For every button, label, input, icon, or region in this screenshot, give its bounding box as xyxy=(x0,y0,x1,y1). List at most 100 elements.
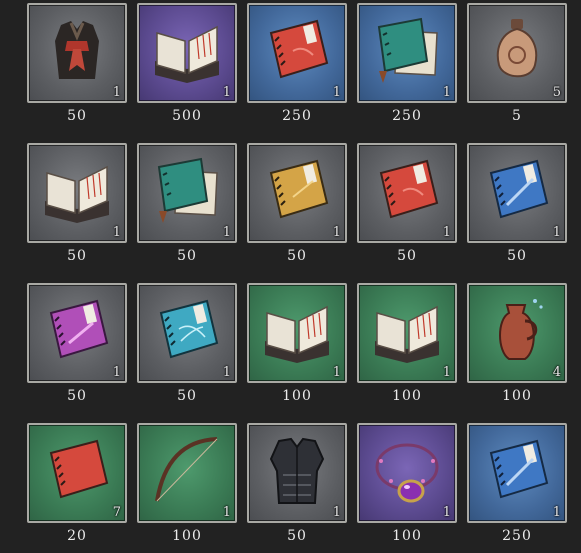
item-price: 20 xyxy=(67,528,87,544)
item-slot[interactable]: 1 xyxy=(467,423,567,523)
item-count: 1 xyxy=(332,225,341,240)
open-book-icon xyxy=(45,165,109,223)
item-count: 1 xyxy=(112,365,121,380)
item-count: 1 xyxy=(222,365,231,380)
item-cell[interactable]: 1 50 xyxy=(137,283,237,413)
item-count: 1 xyxy=(332,505,341,520)
item-price: 50 xyxy=(397,248,417,264)
item-cell[interactable]: 1 50 xyxy=(137,143,237,273)
open-book-icon xyxy=(155,25,219,83)
red-manual-icon xyxy=(49,439,109,499)
item-count: 1 xyxy=(442,365,451,380)
item-cell[interactable]: 1 50 xyxy=(357,143,457,273)
item-slot[interactable]: 1 xyxy=(467,143,567,243)
item-price: 100 xyxy=(392,388,422,404)
red-manual-icon xyxy=(379,159,439,219)
item-count: 4 xyxy=(552,365,561,380)
item-cell[interactable]: 1 250 xyxy=(467,423,567,553)
item-price: 250 xyxy=(502,528,532,544)
item-slot[interactable]: 1 xyxy=(357,283,457,383)
item-count: 1 xyxy=(332,85,341,100)
item-cell[interactable]: 1 250 xyxy=(247,3,347,133)
item-slot[interactable]: 5 xyxy=(467,3,567,103)
purple-manual-icon xyxy=(49,299,109,359)
item-cell[interactable]: 1 50 xyxy=(27,3,127,133)
item-count: 1 xyxy=(112,85,121,100)
item-slot[interactable]: 1 xyxy=(247,423,347,523)
item-price: 50 xyxy=(177,388,197,404)
item-slot[interactable]: 1 xyxy=(27,143,127,243)
item-cell[interactable]: 1 50 xyxy=(27,143,127,273)
red-manual-icon xyxy=(269,19,329,79)
item-count: 7 xyxy=(112,505,121,520)
amulet-necklace-icon xyxy=(375,443,439,503)
item-cell[interactable]: 1 250 xyxy=(357,3,457,133)
green-manual-icon xyxy=(157,157,218,223)
item-price: 100 xyxy=(392,528,422,544)
item-count: 1 xyxy=(222,225,231,240)
item-slot[interactable]: 1 xyxy=(137,3,237,103)
cyan-manual-icon xyxy=(159,299,219,359)
item-cell[interactable]: 1 50 xyxy=(467,143,567,273)
item-count: 1 xyxy=(442,85,451,100)
item-cell[interactable]: 1 50 xyxy=(247,143,347,273)
item-cell[interactable]: 1 50 xyxy=(27,283,127,413)
item-grid: 1 50 1 500 1 250 1 250 5 5 1 50 1 50 1 5… xyxy=(0,0,581,551)
item-price: 50 xyxy=(287,248,307,264)
item-slot[interactable]: 1 xyxy=(27,3,127,103)
blue-manual-icon xyxy=(489,159,549,219)
item-cell[interactable]: 1 100 xyxy=(357,423,457,553)
item-price: 50 xyxy=(507,248,527,264)
item-price: 500 xyxy=(172,108,202,124)
bow-icon xyxy=(155,437,218,502)
item-price: 100 xyxy=(172,528,202,544)
item-count: 1 xyxy=(112,225,121,240)
item-slot[interactable]: 4 xyxy=(467,283,567,383)
gourd-bottle-icon xyxy=(496,19,538,78)
item-cell[interactable]: 1 500 xyxy=(137,3,237,133)
open-book-icon xyxy=(375,305,439,363)
item-count: 1 xyxy=(442,505,451,520)
item-price: 50 xyxy=(67,388,87,404)
armor-vest-icon xyxy=(269,437,325,504)
item-slot[interactable]: 1 xyxy=(247,143,347,243)
item-price: 5 xyxy=(512,108,522,124)
item-count: 1 xyxy=(222,505,231,520)
item-cell[interactable]: 1 100 xyxy=(247,283,347,413)
item-count: 5 xyxy=(552,85,561,100)
item-price: 250 xyxy=(282,108,312,124)
item-count: 1 xyxy=(332,365,341,380)
item-slot[interactable]: 1 xyxy=(137,423,237,523)
item-slot[interactable]: 1 xyxy=(357,143,457,243)
item-cell[interactable]: 1 100 xyxy=(357,283,457,413)
item-cell[interactable]: 4 100 xyxy=(467,283,567,413)
item-slot[interactable]: 1 xyxy=(357,3,457,103)
item-slot[interactable]: 1 xyxy=(137,283,237,383)
item-slot[interactable]: 1 xyxy=(247,283,347,383)
item-count: 1 xyxy=(552,225,561,240)
item-price: 100 xyxy=(502,388,532,404)
item-count: 1 xyxy=(442,225,451,240)
item-slot[interactable]: 1 xyxy=(357,423,457,523)
green-manual-icon xyxy=(377,17,438,83)
clay-jug-icon xyxy=(499,299,543,360)
item-count: 1 xyxy=(552,505,561,520)
item-price: 50 xyxy=(177,248,197,264)
item-count: 1 xyxy=(222,85,231,100)
item-slot[interactable]: 7 xyxy=(27,423,127,523)
open-book-icon xyxy=(265,305,329,363)
blue-manual-icon xyxy=(489,439,549,499)
yellow-manual-icon xyxy=(269,159,329,219)
item-slot[interactable]: 1 xyxy=(27,283,127,383)
item-cell[interactable]: 7 20 xyxy=(27,423,127,553)
item-slot[interactable]: 1 xyxy=(247,3,347,103)
item-slot[interactable]: 1 xyxy=(137,143,237,243)
item-cell[interactable]: 1 50 xyxy=(247,423,347,553)
item-cell[interactable]: 5 5 xyxy=(467,3,567,133)
cloth-robe-icon xyxy=(55,21,99,79)
item-price: 250 xyxy=(392,108,422,124)
item-cell[interactable]: 1 100 xyxy=(137,423,237,553)
item-price: 50 xyxy=(287,528,307,544)
item-price: 50 xyxy=(67,108,87,124)
item-price: 50 xyxy=(67,248,87,264)
